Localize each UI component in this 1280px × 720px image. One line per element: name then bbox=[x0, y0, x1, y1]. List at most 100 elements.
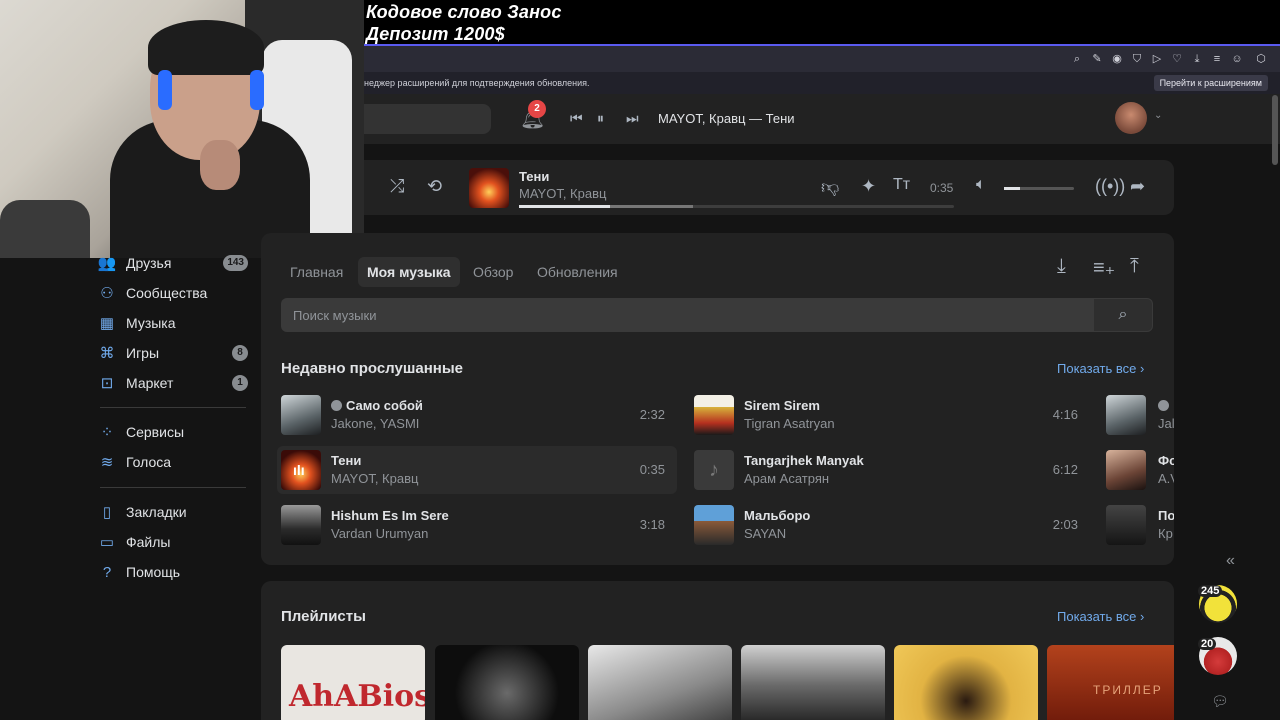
communities-icon: ⚇ bbox=[100, 285, 114, 302]
track-title: Мальборо bbox=[744, 508, 811, 523]
list-item[interactable]: Само собой Jakone, YASMI 2:32 bbox=[277, 391, 677, 439]
tab-browse[interactable]: Обзор bbox=[464, 257, 522, 287]
music-icon: ▦ bbox=[99, 315, 115, 332]
camera-icon[interactable]: ◉ bbox=[1110, 52, 1124, 66]
go-to-extensions-button[interactable]: Перейти к расширениям bbox=[1153, 75, 1268, 91]
avatar[interactable] bbox=[1115, 102, 1147, 134]
sidebar-item-help[interactable]: ? Помощь bbox=[96, 557, 252, 587]
track-duration: 3:18 bbox=[639, 517, 665, 532]
track-artist: Tigran Asatryan bbox=[744, 416, 835, 431]
heart-icon[interactable]: ♡ bbox=[1170, 52, 1184, 66]
list-item[interactable]: Мальборо SAYAN 2:03 bbox=[690, 501, 1090, 549]
list-item[interactable]: Sirem Sirem Tigran Asatryan 4:16 bbox=[690, 391, 1090, 439]
collapse-rail-icon[interactable]: « bbox=[1226, 552, 1235, 570]
player-cover-art[interactable] bbox=[469, 168, 509, 208]
games-badge: 8 bbox=[232, 345, 248, 361]
sidebar-divider bbox=[100, 487, 246, 488]
list-item[interactable]: ♪ Tangarjhek Manyak Арам Асатрян 6:12 bbox=[690, 446, 1090, 494]
sidebar-item-games[interactable]: ⌘ Игры 8 bbox=[96, 338, 252, 368]
browser-toolbar: ⌕ ✎ ◉ ⛉ ▷ ♡ ⤓ ≡ ☺ ⬡ bbox=[364, 44, 1280, 72]
music-search-input[interactable] bbox=[281, 298, 1093, 332]
sidebar-item-communities[interactable]: ⚇ Сообщества bbox=[96, 278, 252, 308]
list-item[interactable]: Jal bbox=[1103, 391, 1174, 439]
next-track-icon[interactable]: ⏭︎ bbox=[626, 110, 639, 127]
show-all-recent-link[interactable]: Показать все › bbox=[1057, 361, 1144, 376]
pause-icon[interactable]: ⏸︎ bbox=[597, 110, 604, 127]
playlist-thumb[interactable] bbox=[588, 645, 732, 720]
sidebar-item-market[interactable]: ⊡ Маркет 1 bbox=[96, 368, 252, 398]
sidebar-item-music[interactable]: ▦ Музыка bbox=[96, 308, 252, 338]
add-playlist-icon[interactable]: ≡₊ bbox=[1093, 255, 1115, 280]
list-item[interactable]: По Кр bbox=[1103, 501, 1174, 549]
playlist-thumb[interactable] bbox=[894, 645, 1038, 720]
extensions-icon[interactable]: ⬡ bbox=[1254, 52, 1268, 66]
extension-message: неджер расширений для подтверждения обно… bbox=[364, 78, 590, 88]
page-scrollbar[interactable] bbox=[1272, 95, 1278, 165]
track-title: Sirem Sirem bbox=[744, 398, 820, 413]
lyrics-icon[interactable]: Tт bbox=[893, 176, 910, 194]
now-playing-label[interactable]: MAYOT, Кравц — Тени bbox=[658, 111, 795, 126]
volume-fill bbox=[1004, 187, 1021, 190]
tab-main[interactable]: Главная bbox=[281, 257, 352, 287]
track-title: Тени bbox=[331, 453, 362, 468]
track-artist: A.V bbox=[1158, 471, 1174, 486]
sidebar-item-bookmarks[interactable]: ▯ Закладки bbox=[96, 497, 252, 527]
tab-updates[interactable]: Обновления bbox=[528, 257, 627, 287]
dislike-icon[interactable]: 👎︎ bbox=[821, 176, 839, 198]
extension-notice-bar: неджер расширений для подтверждения обно… bbox=[364, 72, 1280, 94]
sidebar-item-files[interactable]: ▭ Файлы bbox=[96, 527, 252, 557]
playlist-thumb[interactable] bbox=[435, 645, 579, 720]
tab-my-music[interactable]: Моя музыка bbox=[358, 257, 460, 287]
zoom-icon[interactable]: ⌕ bbox=[1070, 52, 1084, 66]
sidebar-item-label: Музыка bbox=[126, 315, 176, 331]
profile-icon[interactable]: ☺ bbox=[1230, 52, 1244, 66]
sidebar-item-label: Помощь bbox=[126, 564, 181, 580]
message-icon[interactable]: 💬︎ bbox=[1211, 693, 1229, 710]
show-all-playlists-link[interactable]: Показать все › bbox=[1057, 609, 1144, 624]
list-item[interactable]: Hishum Es Im Sere Vardan Urumyan 3:18 bbox=[277, 501, 677, 549]
track-cover bbox=[694, 395, 734, 435]
sidebar-item-votes[interactable]: ≋ Голоса bbox=[96, 447, 252, 477]
list-item-playing[interactable]: ılı Тени MAYOT, Кравц 0:35 bbox=[277, 446, 677, 494]
sidebar-item-friends[interactable]: 👥 Друзья 143 bbox=[96, 248, 252, 278]
search-icon[interactable]: ⌕ bbox=[1093, 298, 1153, 332]
previous-track-icon[interactable]: ⏮︎ bbox=[570, 110, 583, 127]
shuffle-icon[interactable]: ⤮ bbox=[390, 176, 404, 197]
track-artist: SAYAN bbox=[744, 526, 787, 541]
votes-icon: ≋ bbox=[100, 454, 114, 471]
track-title: По bbox=[1158, 508, 1174, 523]
bookmarks-icon: ▯ bbox=[102, 504, 112, 521]
sidebar-item-services[interactable]: ⁘ Сервисы bbox=[96, 417, 252, 447]
header-search-input[interactable] bbox=[364, 104, 491, 134]
friends-badge: 143 bbox=[223, 255, 248, 271]
player-progress-bar[interactable] bbox=[519, 205, 954, 208]
explicit-icon bbox=[1158, 400, 1169, 411]
track-cover bbox=[281, 505, 321, 545]
playlist-thumb[interactable]: AhABios bbox=[281, 645, 425, 720]
chevron-down-icon[interactable]: ⌄ bbox=[1154, 110, 1162, 121]
shield-icon[interactable]: ⛉ bbox=[1130, 52, 1144, 66]
overlay-line-1: Кодовое слово Занос bbox=[366, 2, 562, 22]
player-track-artist[interactable]: MAYOT, Кравц bbox=[519, 186, 606, 201]
track-duration: 4:16 bbox=[1052, 407, 1078, 422]
download-icon[interactable]: ⤓ bbox=[1190, 52, 1204, 66]
menu-icon[interactable]: ≡ bbox=[1210, 52, 1224, 66]
download-icon[interactable]: ⤓ bbox=[1057, 255, 1066, 278]
sparkle-icon[interactable]: ✦ bbox=[861, 176, 876, 197]
player-track-title[interactable]: Тени bbox=[519, 169, 549, 184]
volume-slider[interactable] bbox=[1004, 187, 1074, 190]
playlist-thumb[interactable]: ТРИЛЛЕР bbox=[1047, 645, 1174, 720]
broadcast-icon[interactable]: ((•)) bbox=[1095, 176, 1125, 197]
files-icon: ▭ bbox=[99, 534, 115, 551]
playlist-thumb[interactable] bbox=[741, 645, 885, 720]
edit-icon[interactable]: ✎ bbox=[1090, 52, 1104, 66]
share-icon[interactable]: ➦ bbox=[1130, 176, 1145, 197]
repeat-icon[interactable]: ⟲ bbox=[427, 176, 442, 197]
play-icon[interactable]: ▷ bbox=[1150, 52, 1164, 66]
volume-icon[interactable]: 🔈︎ bbox=[976, 176, 986, 194]
track-duration: 6:12 bbox=[1052, 462, 1078, 477]
music-card: Главная Моя музыка Обзор Обновления ⤓ ≡₊… bbox=[261, 233, 1174, 565]
equalizer-icon: ılı bbox=[293, 462, 305, 478]
upload-icon[interactable]: ⤒ bbox=[1130, 255, 1139, 278]
list-item[interactable]: Фо A.V bbox=[1103, 446, 1174, 494]
